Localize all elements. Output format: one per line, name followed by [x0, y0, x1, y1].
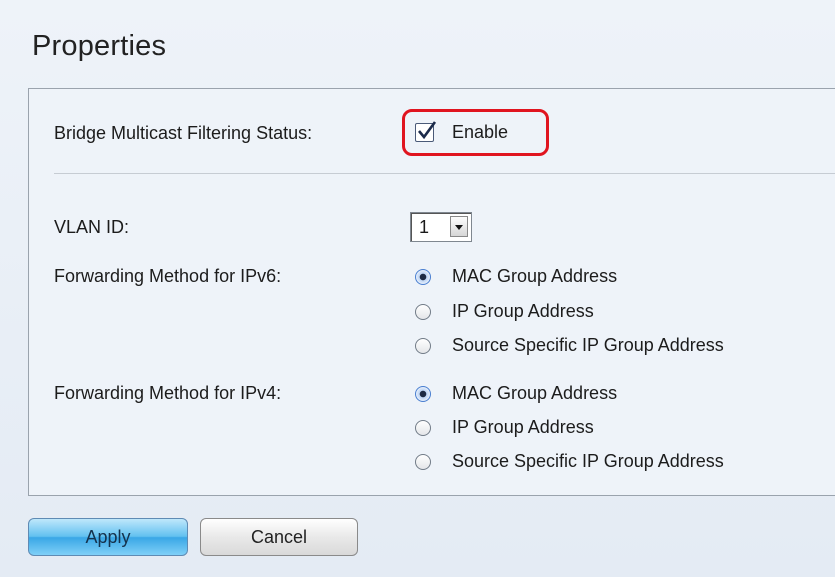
ipv6-radio-ip-group[interactable] [415, 304, 431, 320]
section-divider [54, 173, 835, 174]
bridge-multicast-label: Bridge Multicast Filtering Status: [54, 123, 313, 143]
ipv6-radio-mac-group[interactable] [415, 269, 431, 285]
ipv6-option-mac-group-label[interactable]: MAC Group Address [452, 266, 617, 287]
properties-page: Properties Bridge Multicast Filtering St… [0, 0, 835, 577]
ipv4-option-ip-group-label[interactable]: IP Group Address [452, 417, 594, 438]
ipv4-option-mac-group-label[interactable]: MAC Group Address [452, 383, 617, 404]
ipv4-forwarding-label: Forwarding Method for IPv4: [54, 383, 282, 403]
cancel-button[interactable]: Cancel [200, 518, 358, 556]
ipv4-radio-source-specific[interactable] [415, 454, 431, 470]
ipv6-option-ip-group-label[interactable]: IP Group Address [452, 301, 594, 322]
ipv4-radio-ip-group[interactable] [415, 420, 431, 436]
page-title: Properties [32, 30, 167, 62]
vlan-id-value: 1 [419, 217, 430, 237]
chevron-down-icon[interactable] [450, 216, 468, 237]
ipv6-radio-source-specific[interactable] [415, 338, 431, 354]
ipv6-forwarding-label: Forwarding Method for IPv6: [54, 266, 282, 286]
vlan-id-label: VLAN ID: [54, 217, 130, 237]
ipv4-radio-mac-group[interactable] [415, 386, 431, 402]
ipv4-option-source-specific-label[interactable]: Source Specific IP Group Address [452, 451, 724, 472]
ipv6-option-source-specific-label[interactable]: Source Specific IP Group Address [452, 335, 724, 356]
vlan-id-select[interactable]: 1 [410, 212, 472, 242]
apply-button[interactable]: Apply [28, 518, 188, 556]
highlight-annotation [402, 109, 549, 156]
